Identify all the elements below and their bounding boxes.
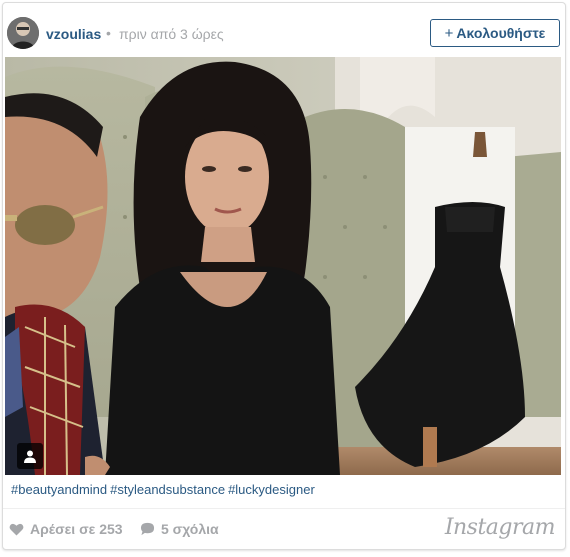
instagram-logo[interactable]: Instagram: [445, 515, 556, 540]
separator-dot: •: [106, 25, 111, 41]
heart-icon: [9, 523, 24, 536]
instagram-embed-card: vzoulias • πριν από 3 ώρες + Ακολουθήστε: [2, 2, 566, 550]
post-timestamp[interactable]: πριν από 3 ώρες: [119, 26, 224, 42]
comment-icon: [140, 522, 155, 536]
avatar[interactable]: [7, 17, 39, 49]
hashtag-link[interactable]: #luckydesigner: [228, 482, 315, 497]
post-footer: Αρέσει σε 253 5 σχόλια Instagram: [3, 509, 565, 549]
hashtag-link[interactable]: #styleandsubstance: [110, 482, 225, 497]
comments-count[interactable]: 5 σχόλια: [140, 521, 219, 537]
post-caption: #beautyandmind #styleandsubstance #luckyde…: [11, 482, 318, 497]
follow-button[interactable]: + Ακολουθήστε: [430, 19, 560, 47]
comments-label: 5 σχόλια: [161, 521, 219, 537]
hashtag-link[interactable]: #beautyandmind: [11, 482, 107, 497]
likes-count[interactable]: Αρέσει σε 253: [9, 521, 123, 537]
post-photo[interactable]: [5, 57, 561, 475]
follow-label: Ακολουθήστε: [456, 25, 546, 41]
post-header: vzoulias • πριν από 3 ώρες + Ακολουθήστε: [3, 3, 565, 61]
username-link[interactable]: vzoulias: [46, 26, 101, 42]
user-tag-icon[interactable]: [17, 443, 43, 469]
likes-label: Αρέσει σε 253: [30, 521, 123, 537]
plus-icon: +: [444, 24, 454, 42]
